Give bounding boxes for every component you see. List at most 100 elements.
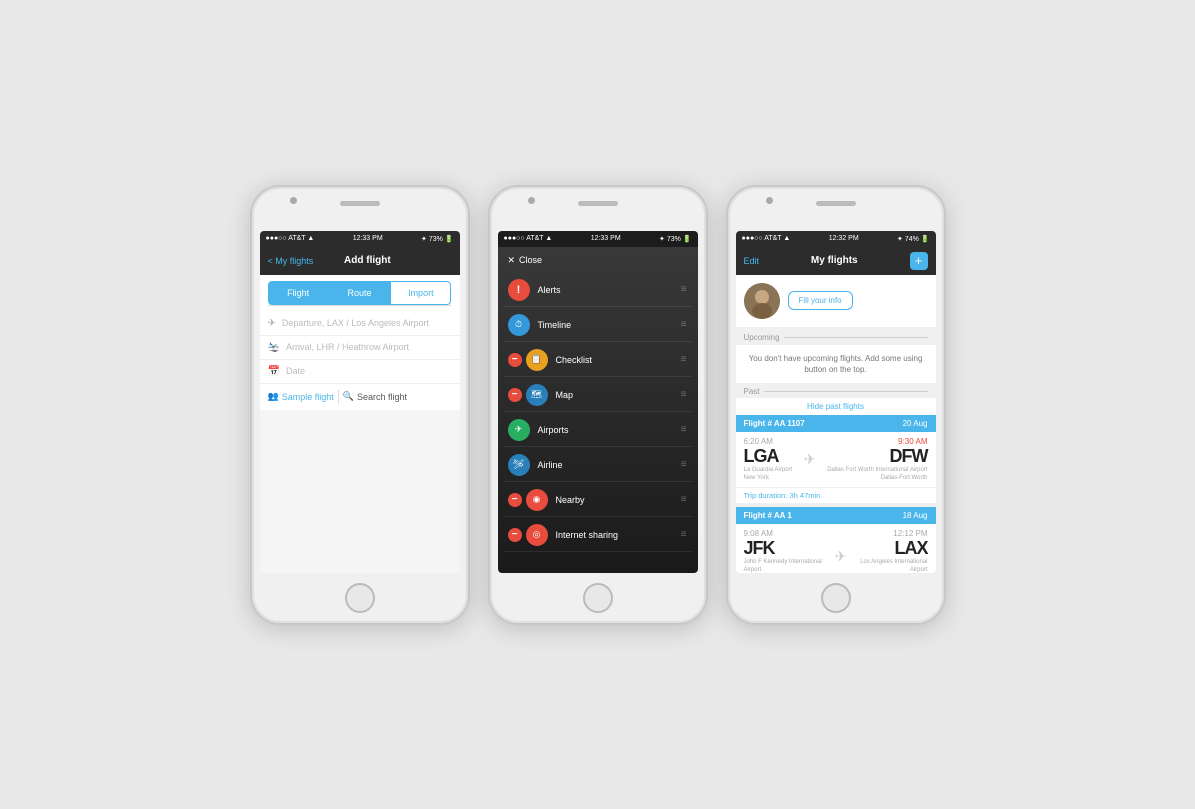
close-x-icon: ✕: [508, 255, 516, 266]
tab-bar-1: Flight Route Import: [268, 281, 452, 306]
side-button-left-bottom: [250, 307, 252, 329]
tab-wrapper: Flight Route Import: [260, 275, 460, 312]
phone-3: ●●●○○ AT&T ▲ 12:32 PM ✦ 74% 🔋 Edit My fl…: [726, 185, 946, 625]
flight-1-arrow-icon: ✈: [804, 451, 816, 468]
flight-card-1[interactable]: Flight # AA 1107 20 Aug 6:20 AM LGA La G…: [736, 415, 936, 504]
nav-bar-1: < My flights Add flight: [260, 247, 460, 275]
status-bar-3: ●●●○○ AT&T ▲ 12:32 PM ✦ 74% 🔋: [736, 231, 936, 247]
hide-past-button[interactable]: Hide past flights: [736, 398, 936, 415]
checklist-label: Checklist: [556, 355, 681, 365]
phone2-bg: ●●●○○ AT&T ▲ 12:33 PM ✦ 73% 🔋 ✕ Close !: [498, 231, 698, 573]
carrier-3: ●●●○○ AT&T ▲: [742, 235, 791, 242]
menu-item-map[interactable]: − 🗺 Map ≡: [504, 379, 692, 412]
sample-icon: 👥: [268, 391, 279, 402]
menu-item-airline[interactable]: 🛩 Airline ≡: [504, 449, 692, 482]
remove-internet-button[interactable]: −: [508, 528, 522, 542]
fill-info-button[interactable]: Fill your info: [788, 291, 853, 310]
menu-item-checklist[interactable]: − 📋 Checklist ≡: [504, 344, 692, 377]
camera-3: [766, 197, 773, 204]
tab-route[interactable]: Route: [329, 281, 390, 305]
timeline-icon: ⏱: [508, 314, 530, 336]
menu-item-airports[interactable]: ✈ Airports ≡: [504, 414, 692, 447]
home-button-3[interactable]: [821, 583, 851, 613]
flight-2-number: Flight # AA 1: [744, 511, 792, 520]
search-icon: 🔍: [343, 391, 354, 402]
timeline-label: Timeline: [538, 320, 681, 330]
camera-2: [528, 197, 535, 204]
flight-1-departure: 6:20 AM LGA La Guardia Airport New York: [744, 437, 793, 483]
menu-item-timeline[interactable]: ⏱ Timeline ≡: [504, 309, 692, 342]
remove-map-button[interactable]: −: [508, 388, 522, 402]
departure-input[interactable]: Departure, LAX / Los Angeles Airport: [282, 318, 429, 328]
flight-2-dep-time: 9:08 AM: [744, 529, 835, 538]
flight-1-arrival: 9:30 AM DFW Dallas Fort Worth Internatio…: [827, 437, 927, 483]
icons-1: ✦ 73% 🔋: [421, 235, 453, 243]
camera: [290, 197, 297, 204]
nearby-lines: ≡: [681, 494, 688, 505]
icons-3: ✦ 74% 🔋: [897, 235, 929, 243]
action-divider: [338, 390, 339, 404]
carrier-1: ●●●○○ AT&T ▲: [266, 235, 315, 242]
avatar: [744, 283, 780, 319]
menu-item-alerts[interactable]: ! Alerts ≡: [504, 274, 692, 307]
remove-nearby-button[interactable]: −: [508, 493, 522, 507]
tab-flight[interactable]: Flight: [268, 281, 329, 305]
speaker: [340, 201, 380, 206]
phone-screen-2: ●●●○○ AT&T ▲ 12:33 PM ✦ 73% 🔋 ✕ Close !: [498, 231, 698, 573]
flight-2-dep-code: JFK: [744, 538, 835, 559]
side-button-left-top-2: [488, 277, 490, 299]
flight-card-2-header: Flight # AA 1 18 Aug: [736, 507, 936, 524]
upcoming-section-label: Upcoming: [736, 327, 936, 345]
search-label: Search flight: [357, 392, 407, 402]
time-1: 12:33 PM: [353, 235, 383, 242]
flight-card-2-body: 9:08 AM JFK John F Kennedy International…: [736, 524, 936, 572]
back-button[interactable]: < My flights: [268, 256, 314, 266]
side-button-right: [468, 292, 470, 324]
phone-1: ●●●○○ AT&T ▲ 12:33 PM ✦ 73% 🔋 < My fligh…: [250, 185, 470, 625]
timeline-lines: ≡: [681, 319, 688, 330]
menu-item-nearby[interactable]: − ◉ Nearby ≡: [504, 484, 692, 517]
alerts-icon: !: [508, 279, 530, 301]
flight-1-date: 20 Aug: [903, 419, 928, 428]
nearby-icon: ◉: [526, 489, 548, 511]
internet-label: Internet sharing: [556, 530, 681, 540]
flight-1-arr-time: 9:30 AM: [827, 437, 927, 446]
flight-2-departure: 9:08 AM JFK John F Kennedy International…: [744, 529, 835, 572]
time-2: 12:33 PM: [591, 235, 621, 242]
phone1-empty-content: [260, 410, 460, 573]
sample-flight-button[interactable]: 👥 Sample flight: [268, 391, 334, 402]
add-flight-button[interactable]: +: [910, 252, 928, 270]
flight-2-arrow-icon: ✈: [835, 548, 847, 565]
internet-lines: ≡: [681, 529, 688, 540]
side-button-left-bottom-3: [726, 307, 728, 329]
arrival-input[interactable]: Arrival, LHR / Heathrow Airport: [286, 342, 409, 352]
upcoming-message: You don't have upcoming flights. Add som…: [736, 345, 936, 383]
menu-item-internet[interactable]: − ◎ Internet sharing ≡: [504, 519, 692, 552]
arrival-icon: 🛬: [268, 342, 280, 353]
speaker-3: [816, 201, 856, 206]
edit-button[interactable]: Edit: [744, 256, 760, 266]
home-button-2[interactable]: [583, 583, 613, 613]
home-button-1[interactable]: [345, 583, 375, 613]
close-label: Close: [519, 255, 542, 265]
date-input[interactable]: Date: [286, 366, 305, 376]
airline-label: Airline: [538, 460, 681, 470]
close-row: ✕ Close: [498, 247, 698, 274]
flight-2-date: 18 Aug: [903, 511, 928, 520]
upcoming-line: [784, 337, 928, 338]
nav-bar-3: Edit My flights +: [736, 247, 936, 275]
airports-label: Airports: [538, 425, 681, 435]
search-flight-button[interactable]: 🔍 Search flight: [343, 391, 407, 402]
tab-import[interactable]: Import: [390, 281, 451, 305]
departure-row: ✈ Departure, LAX / Los Angeles Airport: [260, 312, 460, 336]
remove-checklist-button[interactable]: −: [508, 353, 522, 367]
airports-lines: ≡: [681, 424, 688, 435]
flight-card-2[interactable]: Flight # AA 1 18 Aug 9:08 AM JFK John F …: [736, 507, 936, 572]
flight-1-dep-name: La Guardia Airport: [744, 467, 793, 475]
close-button[interactable]: ✕ Close: [508, 255, 543, 266]
time-3: 12:32 PM: [829, 235, 859, 242]
action-row: 👥 Sample flight 🔍 Search flight: [260, 384, 460, 410]
flight-1-duration: Trip duration: 3h 47min: [736, 487, 936, 503]
airline-lines: ≡: [681, 459, 688, 470]
side-button-left-top-3: [726, 277, 728, 299]
